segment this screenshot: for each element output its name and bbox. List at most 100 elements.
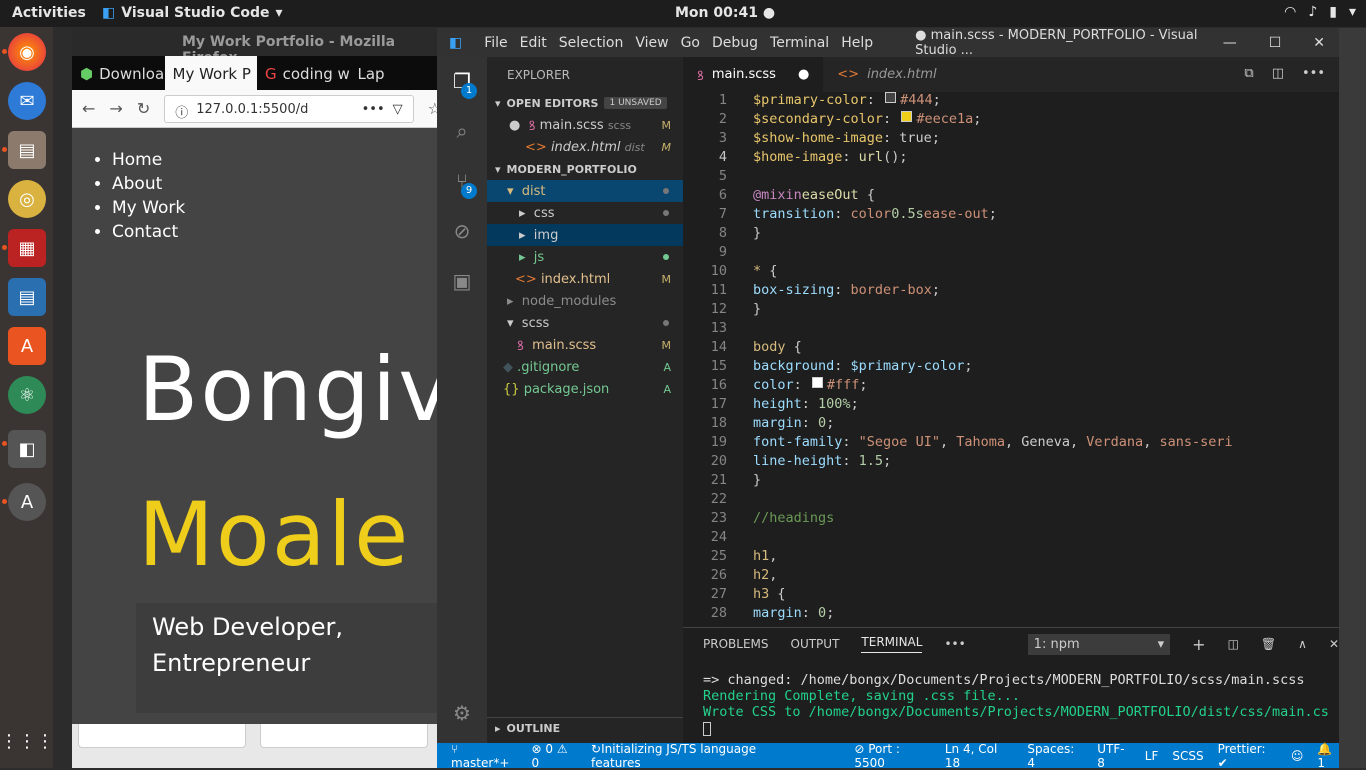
debug-icon[interactable]: ⊘ — [449, 219, 475, 245]
nav-contact[interactable]: Contact — [112, 220, 442, 244]
language-mode[interactable]: SCSS — [1172, 749, 1203, 763]
extensions-icon[interactable]: ▣ — [449, 269, 475, 295]
close-icon[interactable]: ✕ — [1313, 35, 1325, 51]
terminal-output[interactable]: => changed: /home/bongx/Documents/Projec… — [683, 660, 1339, 736]
firefox-icon[interactable]: ◉ — [8, 33, 46, 71]
menu-selection[interactable]: Selection — [559, 35, 624, 51]
maximize-panel-icon[interactable]: ∧ — [1298, 637, 1307, 651]
notification-count: 1 — [1317, 756, 1325, 770]
tab-lap[interactable]: Lap — [350, 56, 443, 90]
activities-button[interactable]: Activities — [12, 5, 86, 21]
more-icon[interactable]: ••• — [362, 102, 385, 116]
app-menu[interactable]: ◧Visual Studio Code▾ — [102, 5, 283, 21]
editor-tab-index-html[interactable]: <>index.html — [823, 57, 950, 92]
folder-node-modules[interactable]: ▸ node_modules — [487, 290, 683, 312]
encoding[interactable]: UTF-8 — [1097, 742, 1131, 770]
more-icon[interactable]: ••• — [944, 637, 965, 651]
code-area[interactable]: 1$primary-color: #444; 2$secondary-color… — [683, 92, 1263, 627]
project-section[interactable]: ▾MODERN_PORTFOLIO — [487, 158, 683, 180]
app-icon[interactable]: ▦ — [8, 229, 46, 267]
thunderbird-icon[interactable]: ✉ — [8, 82, 46, 120]
open-changes-icon[interactable]: ⧉ — [1244, 66, 1253, 92]
reload-icon[interactable]: ↻ — [137, 99, 150, 118]
split-terminal-icon[interactable]: ◫ — [1228, 637, 1239, 651]
maximize-icon[interactable]: ☐ — [1269, 35, 1282, 51]
close-icon[interactable]: ✕ — [1329, 637, 1339, 651]
menu-terminal[interactable]: Terminal — [770, 35, 829, 51]
file-main-scss[interactable]: ꝸ main.scssM — [487, 334, 683, 356]
dirty-dot-icon[interactable]: ● — [798, 67, 809, 82]
clock[interactable]: Mon 00:41 ● — [675, 5, 775, 21]
tab-coding[interactable]: Gcoding wa — [257, 56, 350, 90]
vscode-dock-icon[interactable]: ◧ — [8, 430, 46, 468]
menu-file[interactable]: File — [484, 35, 507, 51]
writer-icon[interactable]: ▤ — [8, 278, 46, 316]
forward-icon[interactable]: → — [109, 99, 122, 118]
unsaved-badge: 1 UNSAVED — [604, 97, 666, 109]
split-editor-icon[interactable]: ◫ — [1272, 66, 1284, 92]
open-editor-index-html[interactable]: <> index.html distM — [487, 136, 683, 158]
tab-problems[interactable]: PROBLEMS — [703, 637, 769, 651]
system-tray[interactable]: ◠♪▮▾ — [1284, 4, 1356, 20]
problems-status[interactable]: ⊗ 0 ⚠ 0 — [531, 742, 577, 770]
minimap[interactable] — [1265, 92, 1327, 627]
folder-js[interactable]: ▸ js — [487, 246, 683, 268]
show-apps-icon[interactable]: ⋮⋮⋮ — [8, 722, 46, 760]
firefox-title: My Work Portfolio - Mozilla Firefox — [72, 28, 442, 56]
tab-label: coding wa — [283, 65, 350, 81]
menu-debug[interactable]: Debug — [712, 35, 758, 51]
folder-name: dist — [522, 184, 546, 199]
folder-img[interactable]: ▸ img — [487, 224, 683, 246]
tab-download[interactable]: ⬢Download — [72, 56, 165, 90]
live-server-status[interactable]: ⊘ Port : 5500 — [854, 742, 931, 770]
add-terminal-icon[interactable]: + — [1192, 635, 1205, 654]
cursor-position[interactable]: Ln 4, Col 18 — [945, 742, 1014, 770]
open-editor-main-scss[interactable]: ● ꝸ main.scss scssM — [487, 114, 683, 136]
rhythmbox-icon[interactable]: ◎ — [8, 180, 46, 218]
menu-view[interactable]: View — [635, 35, 668, 51]
tab-my-work[interactable]: My Work P✕ — [165, 56, 258, 90]
tab-terminal[interactable]: TERMINAL — [861, 635, 922, 653]
firefox-tabs: ⬢Download My Work P✕ Gcoding wa Lap — [72, 56, 442, 90]
branch-status[interactable]: ⑂ master*+ — [451, 742, 517, 770]
feedback-icon[interactable]: ☺ — [1291, 749, 1304, 763]
url-bar[interactable]: ⓘ127.0.0.1:5500/d•••▽ — [164, 95, 413, 123]
files-icon[interactable]: ▤ — [8, 131, 46, 169]
nav-home[interactable]: Home — [112, 148, 442, 172]
nav-about[interactable]: About — [112, 172, 442, 196]
folder-name: css — [534, 206, 555, 221]
software-icon[interactable]: A — [8, 327, 46, 365]
terminal-select[interactable]: 1: npm▾ — [1028, 634, 1170, 655]
firefox-window: My Work Portfolio - Mozilla Firefox ⬢Dow… — [72, 28, 442, 724]
pocket-icon[interactable]: ▽ — [393, 102, 403, 116]
site-nav: Home About My Work Contact — [112, 148, 442, 244]
nav-my-work[interactable]: My Work — [112, 196, 442, 220]
more-icon[interactable]: ••• — [1302, 66, 1325, 92]
menu-help[interactable]: Help — [841, 35, 873, 51]
line-ending[interactable]: LF — [1145, 749, 1159, 763]
folder-css[interactable]: ▸ css — [487, 202, 683, 224]
trash-icon[interactable]: 🗑 — [1261, 637, 1276, 651]
gear-icon[interactable]: ⚙ — [449, 701, 475, 727]
modified-marker: M — [662, 339, 672, 352]
updater-icon[interactable]: A — [8, 483, 46, 521]
file-gitignore[interactable]: ◆ .gitignoreA — [487, 356, 683, 378]
atom-icon[interactable]: ⚛ — [8, 376, 46, 414]
open-editors-section[interactable]: ▾OPEN EDITORS1 UNSAVED — [487, 92, 683, 114]
minimize-icon[interactable]: — — [1223, 35, 1237, 51]
notifications[interactable]: 🔔1 — [1317, 742, 1339, 770]
back-icon[interactable]: ← — [82, 99, 95, 118]
search-icon[interactable]: ⌕ — [449, 119, 475, 145]
file-package-json[interactable]: {} package.jsonA — [487, 378, 683, 400]
prettier-status[interactable]: Prettier: ✔ — [1218, 742, 1277, 770]
html-icon: <> — [515, 272, 537, 287]
outline-section[interactable]: ▸OUTLINE — [487, 717, 683, 739]
folder-scss[interactable]: ▾ scss — [487, 312, 683, 334]
tab-output[interactable]: OUTPUT — [791, 637, 840, 651]
folder-dist[interactable]: ▾ dist — [487, 180, 683, 202]
menu-go[interactable]: Go — [681, 35, 700, 51]
menu-edit[interactable]: Edit — [520, 35, 547, 51]
editor-tab-main-scss[interactable]: ꝸmain.scss● — [683, 57, 823, 92]
indentation[interactable]: Spaces: 4 — [1027, 742, 1083, 770]
file-index-html[interactable]: <> index.htmlM — [487, 268, 683, 290]
